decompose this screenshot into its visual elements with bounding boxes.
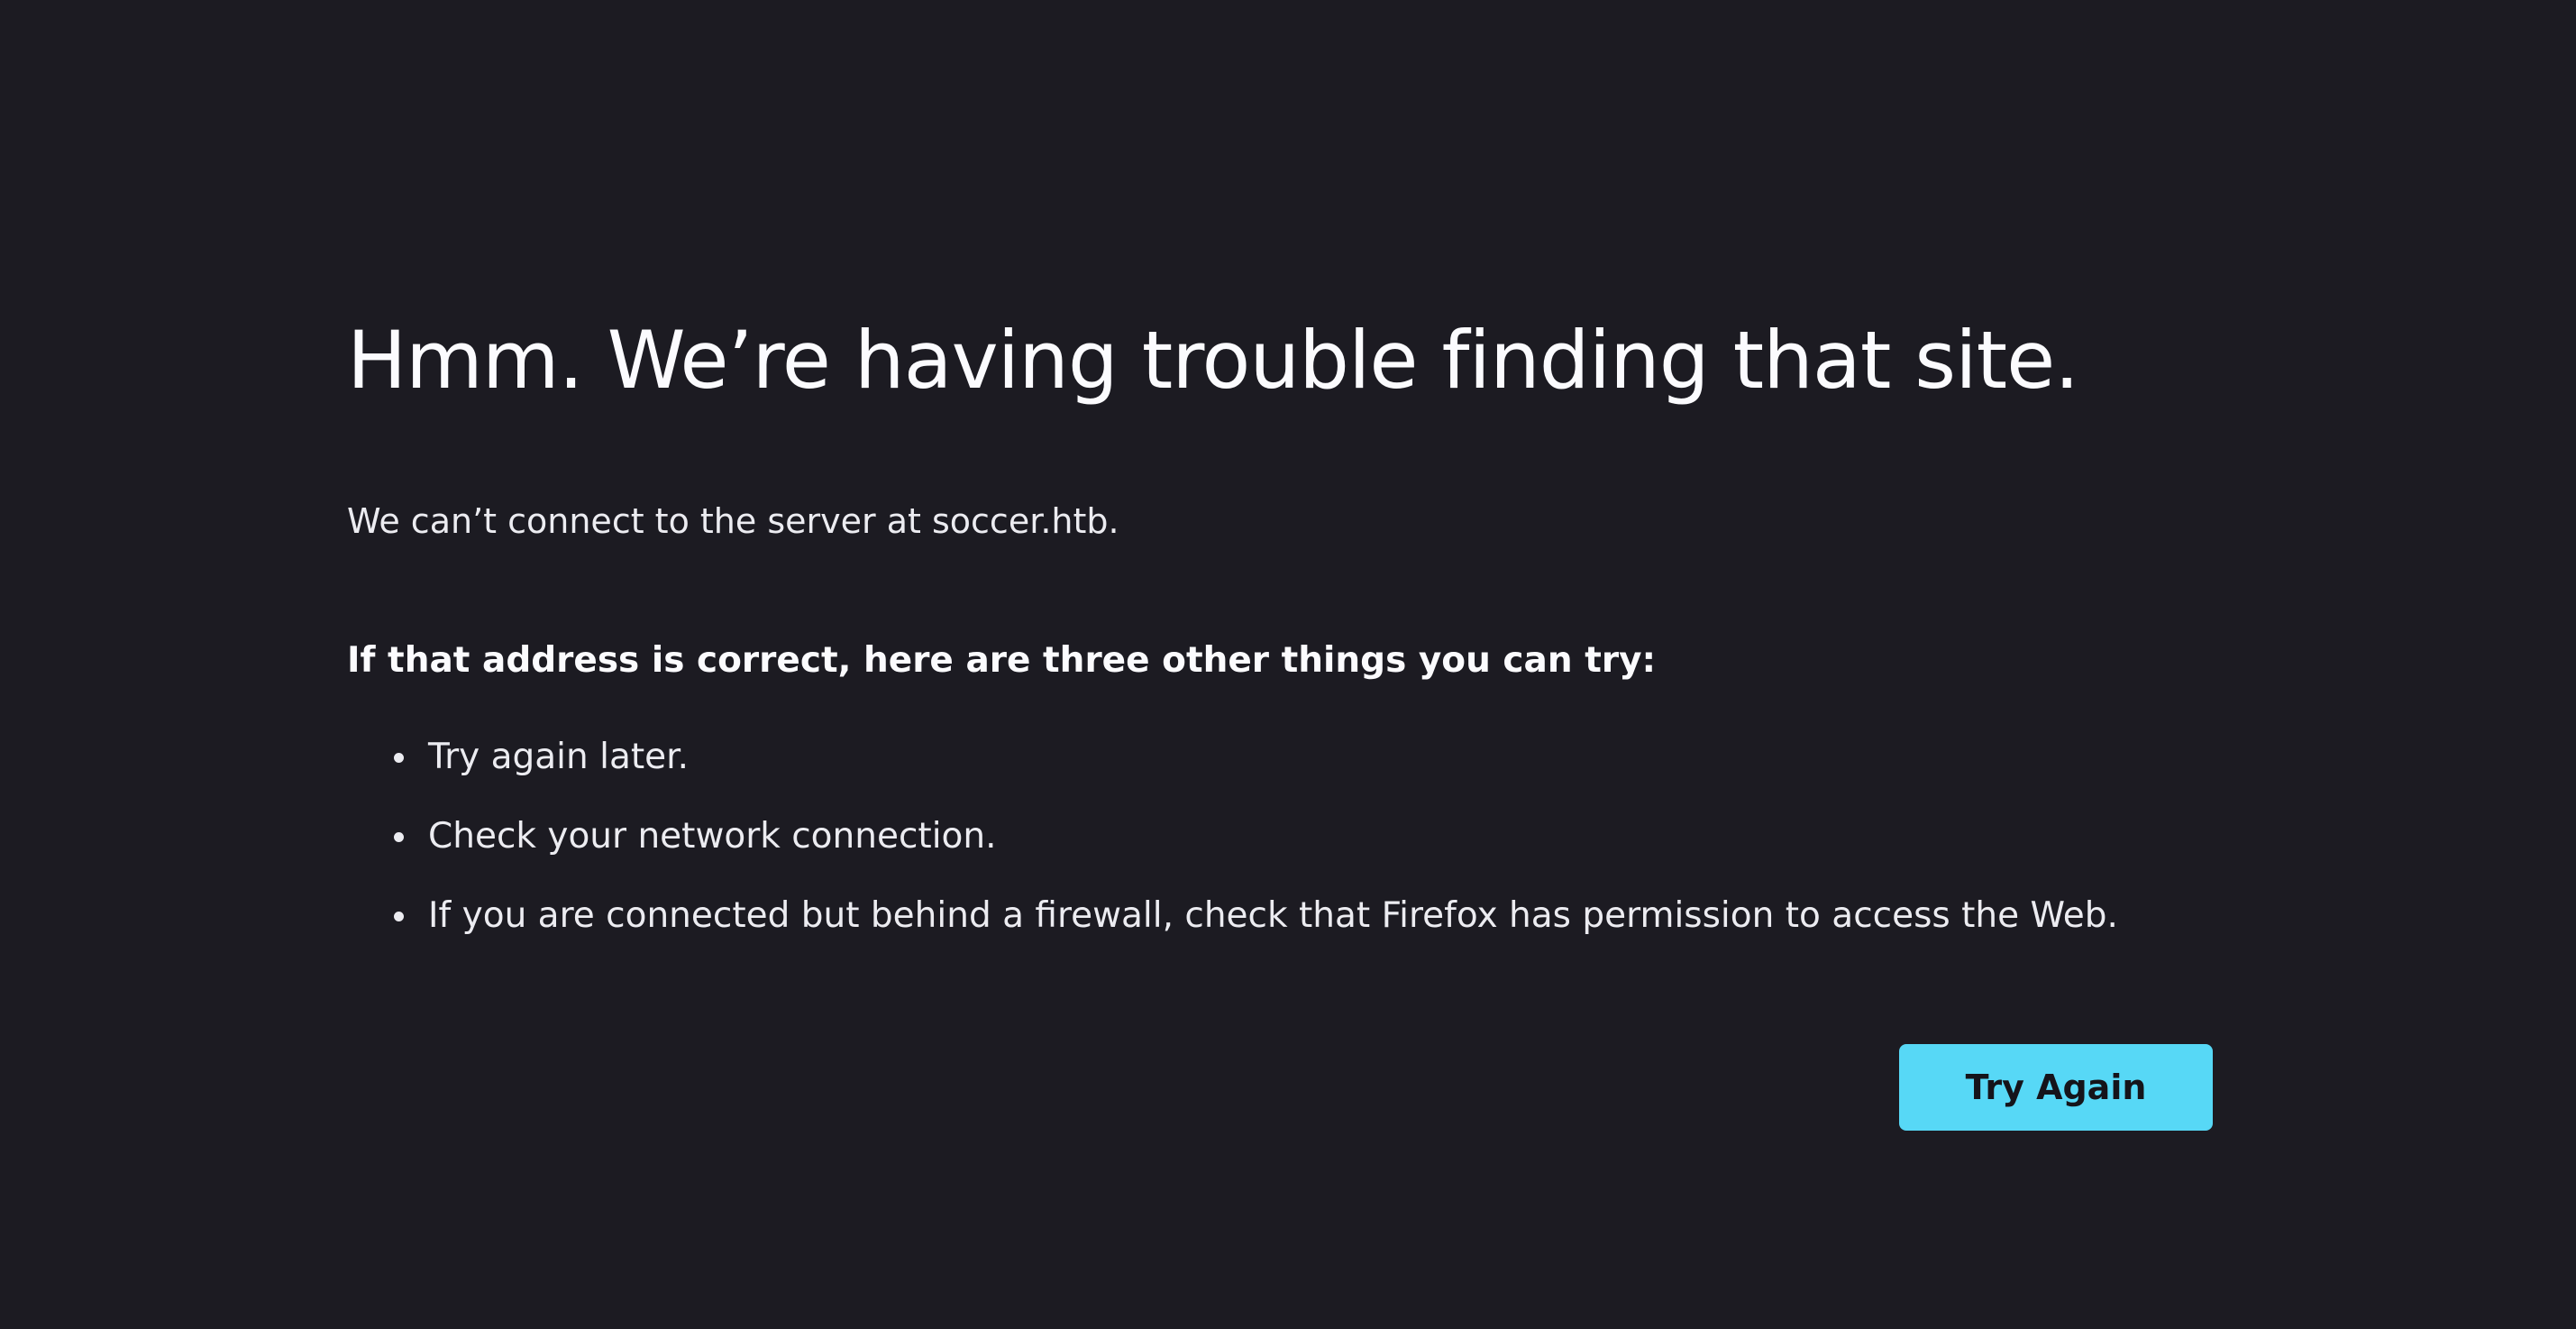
bullet-icon bbox=[394, 912, 404, 921]
suggestion-item: If you are connected but behind a firewa… bbox=[347, 889, 2118, 968]
bullet-icon bbox=[394, 753, 404, 763]
bullet-icon bbox=[394, 832, 404, 842]
suggestion-heading: If that address is correct, here are thr… bbox=[347, 640, 1657, 681]
try-again-button[interactable]: Try Again bbox=[1899, 1044, 2213, 1131]
suggestion-item: Check your network connection. bbox=[347, 810, 2118, 889]
error-page: Hmm. We’re having trouble finding that s… bbox=[0, 0, 2576, 1329]
suggestion-text: If you are connected but behind a firewa… bbox=[428, 895, 2118, 936]
page-title: Hmm. We’re having trouble finding that s… bbox=[347, 314, 2079, 407]
suggestion-item: Try again later. bbox=[347, 730, 2118, 810]
suggestion-text: Check your network connection. bbox=[428, 816, 997, 857]
error-content: Hmm. We’re having trouble finding that s… bbox=[347, 307, 2231, 936]
suggestions-list: Try again later. Check your network conn… bbox=[347, 730, 2118, 968]
suggestion-text: Try again later. bbox=[428, 737, 689, 777]
error-message: We can’t connect to the server at soccer… bbox=[347, 501, 1119, 541]
